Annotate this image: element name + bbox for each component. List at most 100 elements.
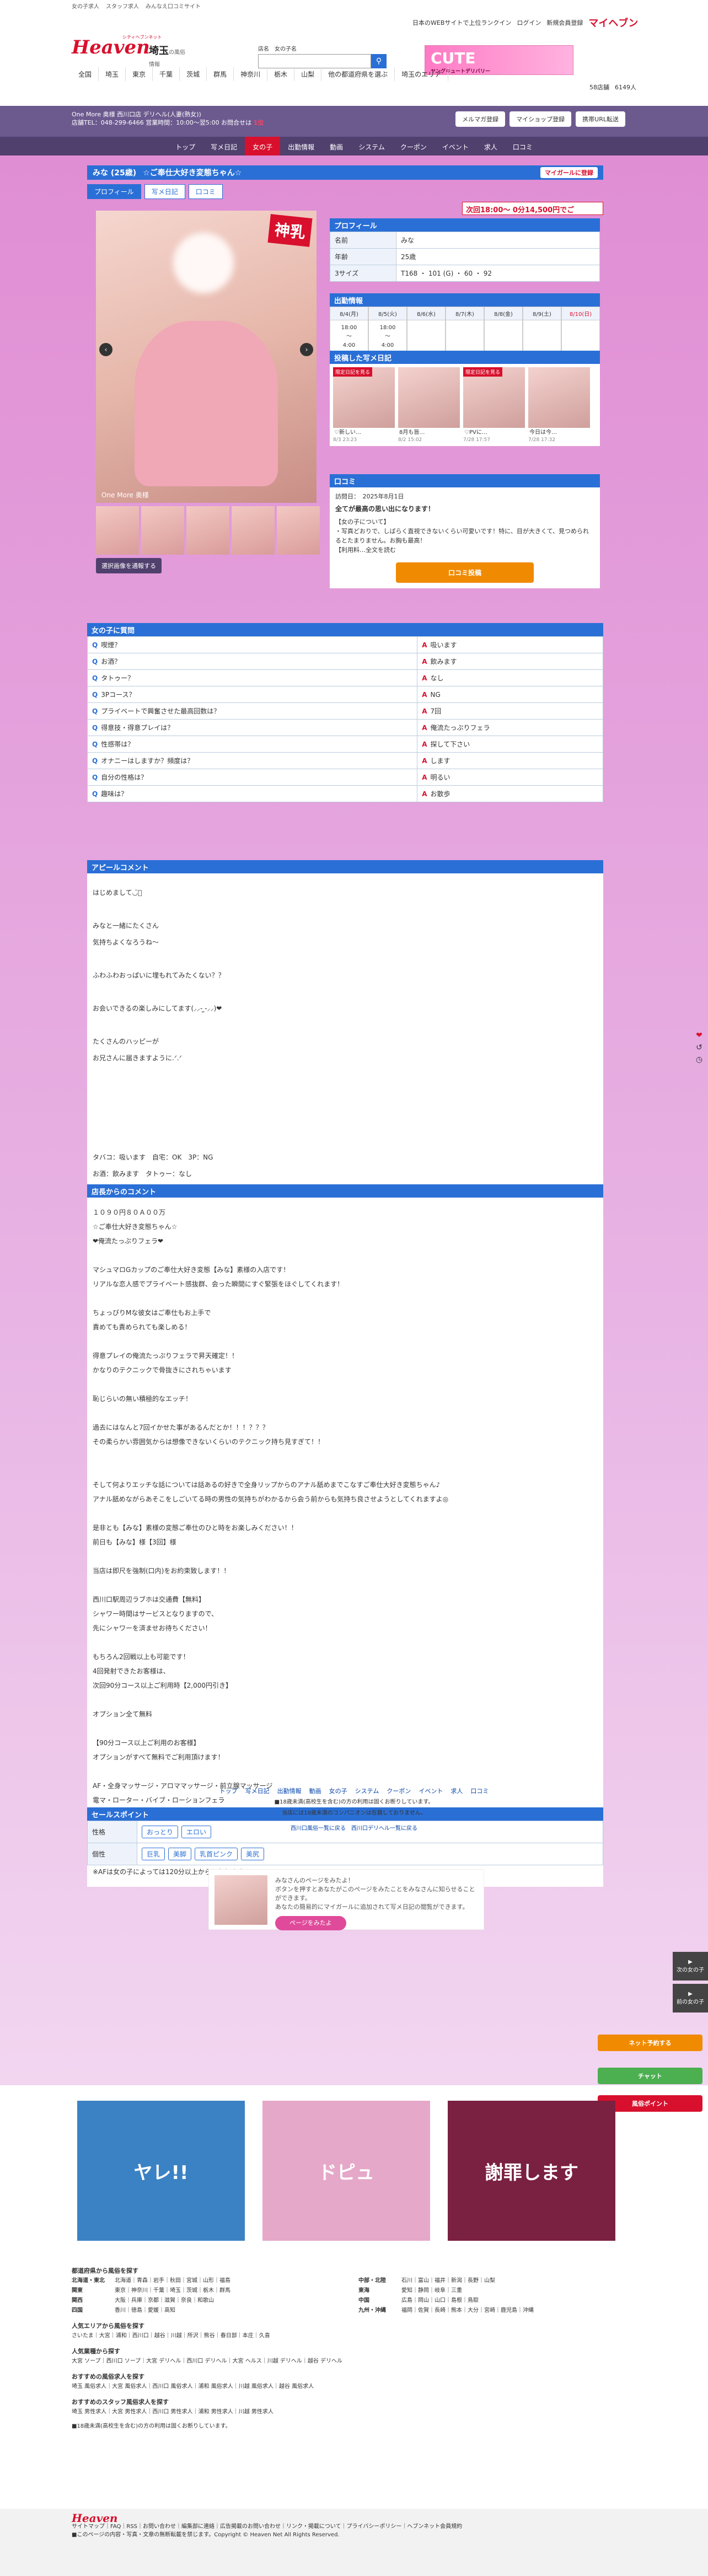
area-link[interactable]: 北海道｜青森｜岩手｜秋田｜宮城｜山形｜福島 xyxy=(115,2276,230,2286)
bottom-banner[interactable]: ヤレ!! xyxy=(77,2101,245,2241)
footnav-link[interactable]: イベント xyxy=(419,1786,443,1795)
tab-review[interactable]: 口コミ xyxy=(188,184,223,199)
staff-job-links[interactable]: 埼玉 男性求人｜大宮 男性求人｜西川口 男性求人｜浦和 男性求人｜川越 男性求人 xyxy=(72,2407,636,2417)
header-link-login[interactable]: ログイン xyxy=(517,18,541,27)
share-icon[interactable]: ↺ xyxy=(696,1043,702,1052)
photo-thumbnail[interactable] xyxy=(277,506,320,555)
review-date: 訪問日： 2025年8月1日 xyxy=(335,493,404,500)
area-link[interactable]: 大阪｜兵庫｜京都｜滋賀｜奈良｜和歌山 xyxy=(115,2296,214,2306)
mygirl-button[interactable]: マイガールに登録 xyxy=(540,167,598,178)
shopnav-girls[interactable]: 女の子 xyxy=(245,137,281,155)
mobile-url-button[interactable]: 携帯URL転送 xyxy=(576,111,625,127)
shopnav-diary[interactable]: 写メ日記 xyxy=(203,137,245,155)
region-nav-item[interactable]: 群馬 xyxy=(207,67,234,81)
area-link[interactable]: 東京｜神奈川｜千葉｜埼玉｜茨城｜栃木｜群馬 xyxy=(115,2286,230,2296)
shopnav-coupon[interactable]: クーポン xyxy=(393,137,435,155)
diary-item[interactable]: 限定日記を見る ♡新しい… 8/3 23:23 xyxy=(333,367,395,443)
top-link-review-site[interactable]: みんなえ口コミサイト xyxy=(146,2,201,10)
visited-button[interactable]: ページをみたよ xyxy=(275,1916,346,1930)
next-photo-icon[interactable]: › xyxy=(300,343,313,356)
search-icon[interactable]: ⚲ xyxy=(371,54,387,68)
girl-tabs: プロフィール 写メ日記 口コミ xyxy=(87,184,603,199)
search-input[interactable] xyxy=(258,54,371,68)
area-link[interactable]: 広島｜岡山｜山口｜島根｜鳥取 xyxy=(401,2296,479,2306)
photo-thumbnail[interactable] xyxy=(232,506,275,555)
chat-button[interactable]: チャット xyxy=(598,2068,702,2084)
photo-badge: 神乳 xyxy=(267,214,313,247)
header-link-ranking[interactable]: 日本のWEBサイトで上位ランクイン xyxy=(412,18,511,27)
mypage-link[interactable]: マイヘブン xyxy=(588,15,638,30)
photo-thumbnail[interactable] xyxy=(96,506,139,555)
type-links[interactable]: 大宮 ソープ｜西川口 ソープ｜大宮 デリヘル｜西川口 デリヘル｜大宮 ヘルス｜川… xyxy=(72,2357,636,2366)
shopnav-event[interactable]: イベント xyxy=(435,137,476,155)
schedule-day: 8/9(土) xyxy=(523,307,561,356)
mailmag-button[interactable]: メルマガ登録 xyxy=(455,111,506,127)
header-links: 日本のWEBサイトで上位ランクイン ログイン 新規会員登録 マイヘブン xyxy=(412,15,638,30)
girl-job-links[interactable]: 埼玉 風俗求人｜大宮 風俗求人｜西川口 風俗求人｜浦和 風俗求人｜川越 風俗求人… xyxy=(72,2382,636,2392)
footnav-link[interactable]: 口コミ xyxy=(470,1786,489,1795)
top-link-girl-job[interactable]: 女の子求人 xyxy=(72,2,99,10)
header-link-register[interactable]: 新規会員登録 xyxy=(546,18,583,27)
shopnav-schedule[interactable]: 出勤情報 xyxy=(280,137,322,155)
report-photo-button[interactable]: 選択画像を通報する xyxy=(96,558,162,573)
footnav-link[interactable]: 求人 xyxy=(450,1786,463,1795)
myshop-button[interactable]: マイショップ登録 xyxy=(509,111,572,127)
heart-icon[interactable]: ❤ xyxy=(696,1031,702,1040)
tab-profile[interactable]: プロフィール xyxy=(87,184,141,199)
post-review-button[interactable]: 口コミ投稿 xyxy=(396,562,534,583)
net-reserve-button[interactable]: ネット予約する xyxy=(598,2035,702,2051)
review-title[interactable]: 全てが最高の思い出になります！ xyxy=(335,505,594,514)
diary-item[interactable]: 8月も皆… 8/2 15:02 xyxy=(398,367,460,443)
footnav-link[interactable]: トップ xyxy=(219,1786,238,1795)
shopnav-top[interactable]: トップ xyxy=(168,137,203,155)
photo-thumbnail[interactable] xyxy=(141,506,184,555)
region-nav-item[interactable]: 神奈川 xyxy=(234,67,268,81)
area-link[interactable]: 福岡｜佐賀｜長崎｜熊本｜大分｜宮崎｜鹿児島｜沖縄 xyxy=(401,2306,534,2316)
prev-girl-button[interactable]: ▶ 前の女の子 xyxy=(673,1984,708,2012)
diary-item[interactable]: 今日は今… 7/28 17:32 xyxy=(528,367,590,443)
back-to-list-links[interactable]: 西川口風俗一覧に戻る 西川口デリヘル一覧に戻る xyxy=(0,1825,708,1833)
footer-logo[interactable]: Heaven xyxy=(72,2513,636,2524)
footnav-link[interactable]: 動画 xyxy=(309,1786,321,1795)
area-link[interactable]: 石川｜富山｜福井｜新潟｜長野｜山梨 xyxy=(401,2276,495,2286)
footnav-link[interactable]: 出勤情報 xyxy=(277,1786,302,1795)
bottom-banner[interactable]: ドピュ xyxy=(262,2101,430,2241)
prev-photo-icon[interactable]: ‹ xyxy=(99,343,112,356)
shopnav-review[interactable]: 口コミ xyxy=(505,137,540,155)
region-nav-item[interactable]: 栃木 xyxy=(267,67,295,81)
region-nav-item[interactable]: 山梨 xyxy=(294,67,322,81)
search-tab-shop[interactable]: 店名 xyxy=(258,44,269,52)
region-nav-item[interactable]: 全国 xyxy=(72,67,99,81)
region-nav-item[interactable]: 他の都道府県を選ぶ xyxy=(321,67,395,81)
next-shift-banner[interactable]: 次回18:00～ 0分14,500円でご xyxy=(462,202,603,215)
shopnav-recruit[interactable]: 求人 xyxy=(476,137,505,155)
region-nav-item[interactable]: 埼玉 xyxy=(99,67,126,81)
next-girl-button[interactable]: ▶ 次の女の子 xyxy=(673,1952,708,1981)
region-nav-item[interactable]: 茨城 xyxy=(180,67,207,81)
footnav-link[interactable]: システム xyxy=(355,1786,379,1795)
area-link[interactable]: 愛知｜静岡｜岐阜｜三重 xyxy=(401,2286,462,2296)
site-logo[interactable]: シティヘブンネット Heaven 埼玉の風俗情報 xyxy=(72,26,187,68)
shopnav-video[interactable]: 動画 xyxy=(322,137,351,155)
diary-item[interactable]: 限定日記を見る ♡PVに… 7/28 17:57 xyxy=(463,367,525,443)
popular-area-links[interactable]: さいたま｜大宮｜浦和｜西川口｜越谷｜川越｜所沢｜熊谷｜春日部｜本庄｜久喜 xyxy=(72,2331,636,2341)
top-link-staff-job[interactable]: スタッフ求人 xyxy=(106,2,139,10)
clock-icon[interactable]: ◷ xyxy=(696,1055,702,1064)
photo-caption: One More 奥様 xyxy=(101,491,149,499)
search-tab-girl[interactable]: 女の子名 xyxy=(275,44,297,52)
region-nav-item[interactable]: 東京 xyxy=(126,67,153,81)
footnav-link[interactable]: 女の子 xyxy=(329,1786,347,1795)
shop-name[interactable]: One More 奥様 西川口店 デリヘル(人妻(熟女)) xyxy=(72,110,264,119)
bottom-banner[interactable]: 謝罪します xyxy=(448,2101,615,2241)
area-link[interactable]: 香川｜徳島｜愛媛｜高知 xyxy=(115,2306,175,2316)
region-nav-item[interactable]: 埼玉のエリア xyxy=(395,67,449,81)
region-nav-item[interactable]: 千葉 xyxy=(153,67,180,81)
tab-diary[interactable]: 写メ日記 xyxy=(144,184,185,199)
schedule-section: 出勤情報 8/4(月) 18:00 ～ 4:00 8/5(火) 18:00 ～ 4:… xyxy=(330,293,600,356)
footnav-link[interactable]: クーポン xyxy=(387,1786,411,1795)
girl-main-photo[interactable]: 神乳 ‹ › One More 奥様 xyxy=(96,211,317,503)
shopnav-system[interactable]: システム xyxy=(351,137,393,155)
photo-thumbnail[interactable] xyxy=(186,506,229,555)
footnav-link[interactable]: 写メ日記 xyxy=(245,1786,270,1795)
footer-links[interactable]: サイトマップ｜FAQ｜RSS｜お問い合わせ｜編集部に連絡｜広告掲載のお問い合わせ… xyxy=(72,2523,636,2531)
